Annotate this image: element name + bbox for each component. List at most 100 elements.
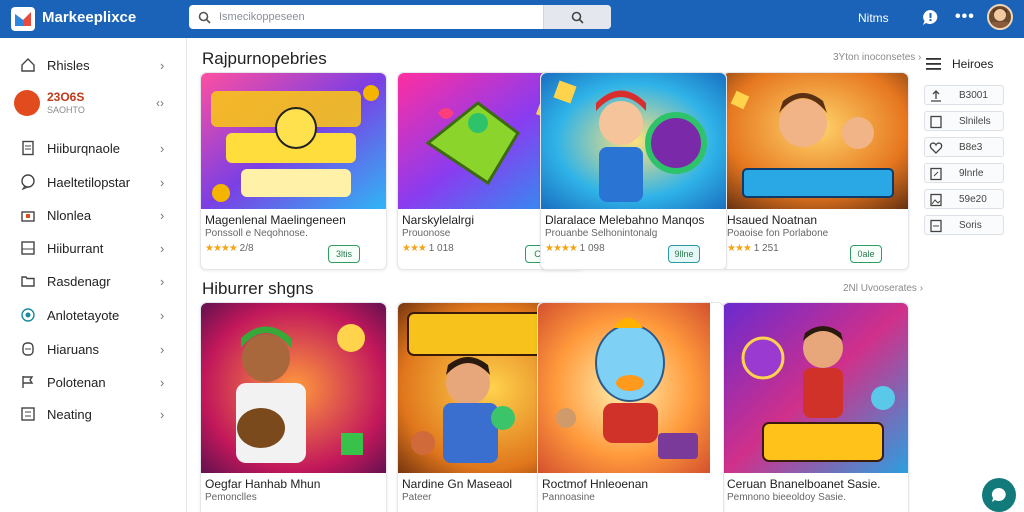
sidebar-item-4[interactable]: Hiiburrant › bbox=[0, 233, 186, 263]
app-subtitle: Prouanbe Selhonintonalg bbox=[545, 228, 658, 239]
app-subtitle: Pateer bbox=[402, 492, 432, 503]
right-panel-title: Heiroes bbox=[952, 57, 994, 71]
app-rating: ★★★★ 2/8 bbox=[205, 243, 254, 254]
sidebar-item-6[interactable]: Anlotetayote › bbox=[0, 300, 186, 330]
star-rating-icon: ★★★ bbox=[402, 243, 427, 254]
app-title: Magenlenal Maelingeneen bbox=[205, 213, 346, 227]
app-title: Nardine Gn Maseaol bbox=[402, 477, 513, 491]
app-title: Ceruan Bnanelboanet Sasie. bbox=[727, 477, 881, 491]
app-subtitle: Pemonclles bbox=[205, 492, 257, 503]
sidebar-item-label: Rhisles bbox=[47, 57, 90, 73]
list-icon bbox=[19, 405, 37, 423]
price-button[interactable]: 3ltis bbox=[328, 245, 360, 263]
chevron-right-icon: › bbox=[160, 273, 165, 289]
search-bar bbox=[189, 5, 611, 29]
app-subtitle: Pannoasine bbox=[542, 492, 595, 503]
menu-icon[interactable] bbox=[926, 58, 941, 70]
search-input[interactable] bbox=[219, 6, 539, 28]
right-panel-item-label: B3001 bbox=[959, 90, 988, 101]
star-rating-icon: ★★★ bbox=[727, 243, 752, 254]
app-artwork[interactable] bbox=[201, 73, 386, 209]
sidebar-item-home[interactable]: Rhisles › bbox=[0, 50, 186, 80]
app-card[interactable]: Roctmof Hnleoenan Pannoasine bbox=[537, 302, 724, 512]
star-rating-icon: ★★★★ bbox=[545, 243, 578, 254]
app-artwork[interactable] bbox=[723, 73, 908, 209]
edit-icon bbox=[930, 167, 942, 181]
app-artwork[interactable] bbox=[538, 303, 723, 473]
app-subtitle: Ponssoll e Neqohnose. bbox=[205, 228, 308, 239]
chevron-right-icon: › bbox=[160, 57, 165, 73]
sidebar-item-8[interactable]: Polotenan › bbox=[0, 367, 186, 397]
price-button[interactable]: 9llne bbox=[668, 245, 700, 263]
right-panel-item[interactable]: B8e3 bbox=[924, 137, 1004, 157]
app-artwork[interactable] bbox=[541, 73, 726, 209]
section-title: Hiburrer shgns bbox=[202, 279, 314, 298]
image-icon bbox=[930, 193, 942, 207]
sidebar-item-label: Hiiburrant bbox=[47, 240, 104, 256]
floating-chat-button[interactable] bbox=[982, 478, 1016, 512]
right-panel-item[interactable]: 9lnrle bbox=[924, 163, 1004, 183]
sidebar-item-5[interactable]: Rasdenagr › bbox=[0, 266, 186, 296]
right-panel-item-label: 59e20 bbox=[959, 194, 987, 205]
price-button[interactable]: 0ale bbox=[850, 245, 882, 263]
app-title: Hsaued Noatnan bbox=[727, 213, 818, 227]
gift-icon bbox=[19, 206, 37, 224]
document-icon bbox=[19, 139, 37, 157]
expand-icon[interactable]: ‹› bbox=[156, 96, 164, 110]
box-icon bbox=[930, 219, 942, 233]
sidebar-item-2[interactable]: Haeltetilopstar › bbox=[0, 167, 186, 197]
see-all-link[interactable]: 3Yton inoconsetes › bbox=[833, 52, 921, 63]
see-all-link[interactable]: 2Nl Uvooserates › bbox=[843, 283, 923, 294]
chevron-right-icon: › bbox=[160, 174, 165, 190]
chat-icon bbox=[991, 487, 1006, 502]
profile-badge-icon bbox=[14, 90, 40, 116]
user-avatar[interactable] bbox=[987, 4, 1013, 30]
app-subtitle: Prouonose bbox=[402, 228, 451, 239]
brand-name[interactable]: Markeeplixce bbox=[42, 9, 136, 26]
chat-bubble-icon[interactable] bbox=[922, 9, 939, 26]
sidebar-item-label: Hiiburqnaole bbox=[47, 140, 120, 156]
flag-icon bbox=[19, 373, 37, 391]
target-icon bbox=[19, 306, 37, 324]
right-panel-item-label: Soris bbox=[959, 220, 982, 231]
sidebar-item-7[interactable]: Hiaruans › bbox=[0, 334, 186, 364]
section-title: Rajpurnopebries bbox=[202, 49, 327, 68]
right-panel-item-label: Slnilels bbox=[959, 116, 991, 127]
marketplace-logo-icon[interactable] bbox=[10, 6, 36, 32]
rating-value: 1 251 bbox=[753, 243, 779, 254]
home-icon bbox=[19, 56, 37, 74]
right-panel-item[interactable]: 59e20 bbox=[924, 189, 1004, 209]
app-card[interactable]: Hsaued Noatnan Poaoise fon Porlabone ★★★… bbox=[722, 72, 909, 270]
chevron-right-icon: › bbox=[160, 341, 165, 357]
app-artwork[interactable] bbox=[201, 303, 386, 473]
chat-icon bbox=[19, 173, 37, 191]
top-nav-link[interactable]: Nitms bbox=[858, 11, 889, 25]
sidebar-item-9[interactable]: Neating › bbox=[0, 399, 186, 429]
rating-value: 2/8 bbox=[239, 243, 254, 254]
inbox-icon bbox=[19, 239, 37, 257]
chevron-right-icon: › bbox=[160, 307, 165, 323]
app-artwork[interactable] bbox=[723, 303, 908, 473]
sidebar-item-label: Anlotetayote bbox=[47, 307, 120, 323]
sidebar-item-3[interactable]: Nlonlea › bbox=[0, 200, 186, 230]
app-card[interactable]: Oegfar Hanhab Mhun Pemonclles bbox=[200, 302, 387, 512]
app-subtitle: Poaoise fon Porlabone bbox=[727, 228, 829, 239]
app-rating: ★★★ 1 018 bbox=[402, 243, 454, 254]
search-button[interactable] bbox=[543, 5, 611, 29]
app-title: Narskylelalrgi bbox=[402, 213, 475, 227]
sidebar-item-label: Polotenan bbox=[47, 374, 106, 390]
right-panel-item[interactable]: Soris bbox=[924, 215, 1004, 235]
sidebar-item-1[interactable]: Hiiburqnaole › bbox=[0, 133, 186, 163]
more-icon[interactable]: ••• bbox=[955, 8, 975, 26]
sidebar: Rhisles › 23O6S SAOHTO ‹› Hiiburqnaole ›… bbox=[0, 38, 187, 512]
rating-value: 1 018 bbox=[428, 243, 454, 254]
right-panel-item[interactable]: B3001 bbox=[924, 85, 1004, 105]
tag-icon bbox=[19, 340, 37, 358]
app-card[interactable]: Dlaralace Melebahno Manqos Prouanbe Selh… bbox=[540, 72, 727, 270]
app-rating: ★★★ 1 251 bbox=[727, 243, 779, 254]
app-card[interactable]: Magenlenal Maelingeneen Ponssoll e Neqoh… bbox=[200, 72, 387, 270]
app-card[interactable]: Ceruan Bnanelboanet Sasie. Pemnono bieeo… bbox=[722, 302, 909, 512]
right-panel-item[interactable]: Slnilels bbox=[924, 111, 1004, 131]
top-bar: Markeeplixce Nitms ••• bbox=[0, 0, 1024, 38]
search-icon bbox=[189, 11, 219, 24]
